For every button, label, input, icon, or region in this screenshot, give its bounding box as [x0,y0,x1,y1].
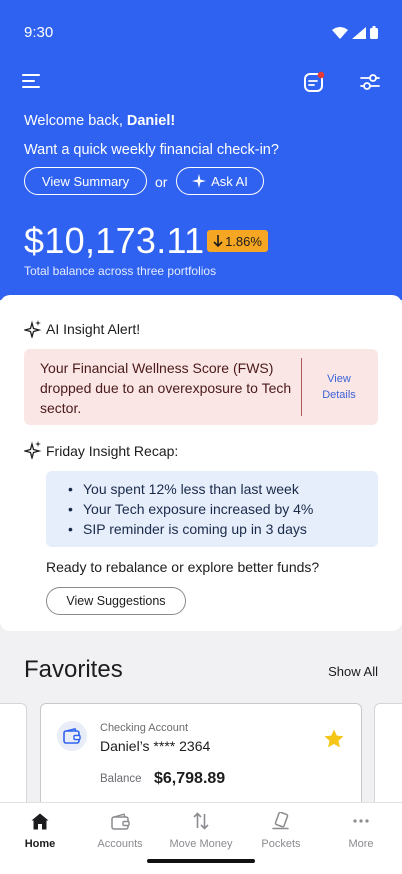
alert-title: AI Insight Alert! [46,321,141,337]
recap-title: Friday Insight Recap: [46,443,179,459]
more-dots-icon [353,819,369,823]
nav-move-money[interactable]: Move Money [161,811,241,850]
arrow-down-icon [213,235,223,247]
welcome-text: Welcome back, Daniel! [24,113,175,129]
balance-label: Balance [100,773,142,785]
welcome-prefix: Welcome back, [24,113,127,129]
menu-icon[interactable] [22,74,42,90]
rebalance-prompt: Ready to rebalance or explore better fun… [46,559,320,575]
view-details-link[interactable]: View Details [311,371,367,403]
change-percent: 1.86% [225,233,262,249]
home-indicator [147,859,255,863]
view-summary-button[interactable]: View Summary [24,167,147,195]
wallet-icon [110,812,130,830]
nav-label: Accounts [97,838,143,850]
user-name: Daniel! [126,113,176,129]
recap-box: You spent 12% less than last week Your T… [46,471,378,547]
recap-item: SIP reminder is coming up in 3 days [68,519,378,539]
hero-header: 9:30 Welcome back, Daniel! Want a quick … [0,0,402,300]
nav-home[interactable]: Home [0,811,80,850]
battery-icon [370,26,378,39]
balance-value: $6,798.89 [154,770,226,787]
status-time: 9:30 [24,24,54,41]
nav-label: More [348,838,374,850]
alert-box: Your Financial Wellness Score (FWS) drop… [24,349,378,425]
home-icon [31,813,49,829]
nav-label: Home [24,838,56,850]
wallet-icon [57,721,87,751]
nav-accounts[interactable]: Accounts [80,811,160,850]
or-label: or [155,174,168,190]
filter-settings-icon[interactable] [359,71,381,93]
ask-ai-label: Ask AI [211,173,248,189]
nav-more[interactable]: More [321,811,401,850]
notification-icon[interactable] [303,71,325,93]
balance-caption: Total balance across three portfolios [24,264,217,278]
view-details-line2: Details [322,389,356,401]
pockets-icon [272,812,289,830]
favorite-card-prev[interactable] [0,703,27,813]
alert-text: Your Financial Wellness Score (FWS) drop… [40,360,292,416]
ask-ai-button[interactable]: Ask AI [176,167,264,195]
favorite-card-next[interactable] [374,703,402,813]
status-icons [332,26,378,39]
change-badge: 1.86% [207,230,268,252]
insight-card: AI Insight Alert! Your Financial Wellnes… [0,295,402,631]
account-name: Daniel’s **** 2364 [100,738,211,754]
sparkle-icon [24,441,42,459]
total-balance: $10,173.11 [24,220,205,261]
signal-icon [352,26,366,39]
recap-item: Your Tech exposure increased by 4% [68,499,378,519]
sparkle-icon [192,174,207,188]
recap-item: You spent 12% less than last week [68,479,378,499]
sparkle-icon [24,320,42,338]
alert-divider [301,358,302,416]
checkin-prompt: Want a quick weekly financial check-in? [24,142,279,158]
transfer-arrows-icon [193,812,209,830]
view-suggestions-button[interactable]: View Suggestions [46,587,186,615]
bottom-nav: Home Accounts Move Money Pockets More [0,802,402,874]
nav-label: Pockets [261,838,301,850]
favorite-account-card[interactable]: Checking Account Daniel’s **** 2364 Bala… [40,703,362,813]
show-all-link[interactable]: Show All [328,664,378,679]
view-details-line1: View [327,373,351,385]
nav-label: Move Money [169,838,233,850]
account-type: Checking Account [100,722,189,734]
star-icon[interactable] [323,728,345,750]
favorites-title: Favorites [24,656,123,683]
nav-pockets[interactable]: Pockets [241,811,321,850]
wifi-icon [332,26,348,39]
